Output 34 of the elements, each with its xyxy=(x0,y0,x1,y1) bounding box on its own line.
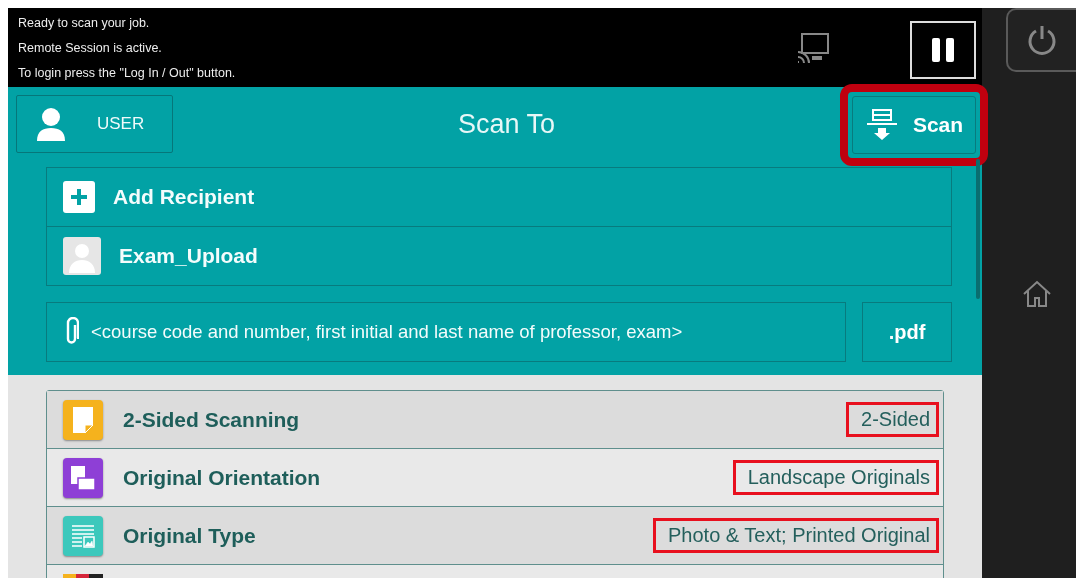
user-button[interactable]: USER xyxy=(16,95,173,153)
document-image-icon xyxy=(63,515,103,556)
power-icon xyxy=(1027,24,1057,56)
recipient-row[interactable]: Add Recipient xyxy=(46,167,952,227)
pause-button[interactable] xyxy=(910,20,976,79)
setting-row[interactable]: Original Orientation Landscape Originals xyxy=(47,448,943,506)
setting-label: 2-Sided Scanning xyxy=(123,407,301,432)
recipient-label: Exam_Upload xyxy=(119,244,258,268)
screen-title: Scan To xyxy=(456,108,557,140)
status-message: Remote Session is active. xyxy=(18,40,163,57)
person-icon xyxy=(63,237,101,275)
screen-cast-icon xyxy=(796,30,830,65)
file-format-button[interactable]: .pdf xyxy=(862,302,952,362)
scan-icon xyxy=(864,108,899,142)
status-message: Ready to scan your job. xyxy=(18,15,151,32)
person-icon xyxy=(35,107,67,141)
pause-icon xyxy=(931,36,955,63)
power-button[interactable] xyxy=(1006,8,1076,72)
setting-label: Original Orientation xyxy=(123,465,322,490)
setting-value: Photo & Text; Printed Original xyxy=(653,518,939,553)
paperclip-icon xyxy=(65,317,79,347)
file-name-field[interactable]: <course code and number, first initial and last name of professor, exam> xyxy=(46,302,846,362)
setting-value: 2-Sided xyxy=(846,402,939,437)
setting-row[interactable]: Original Type Photo & Text; Printed Original xyxy=(47,506,943,564)
setting-row[interactable]: 2-Sided Scanning 2-Sided xyxy=(47,391,943,448)
recipient-row[interactable]: Exam_Upload xyxy=(46,227,952,286)
setting-label: Original Type xyxy=(123,523,257,548)
status-message: To login press the "Log In / Out" button. xyxy=(18,65,237,82)
page-icon xyxy=(63,399,103,440)
scan-button[interactable]: Scan xyxy=(852,96,976,154)
setting-value: Landscape Originals xyxy=(732,460,939,495)
pages-icon xyxy=(63,457,103,498)
plus-icon xyxy=(63,181,95,213)
recipient-label: Add Recipient xyxy=(113,185,255,209)
